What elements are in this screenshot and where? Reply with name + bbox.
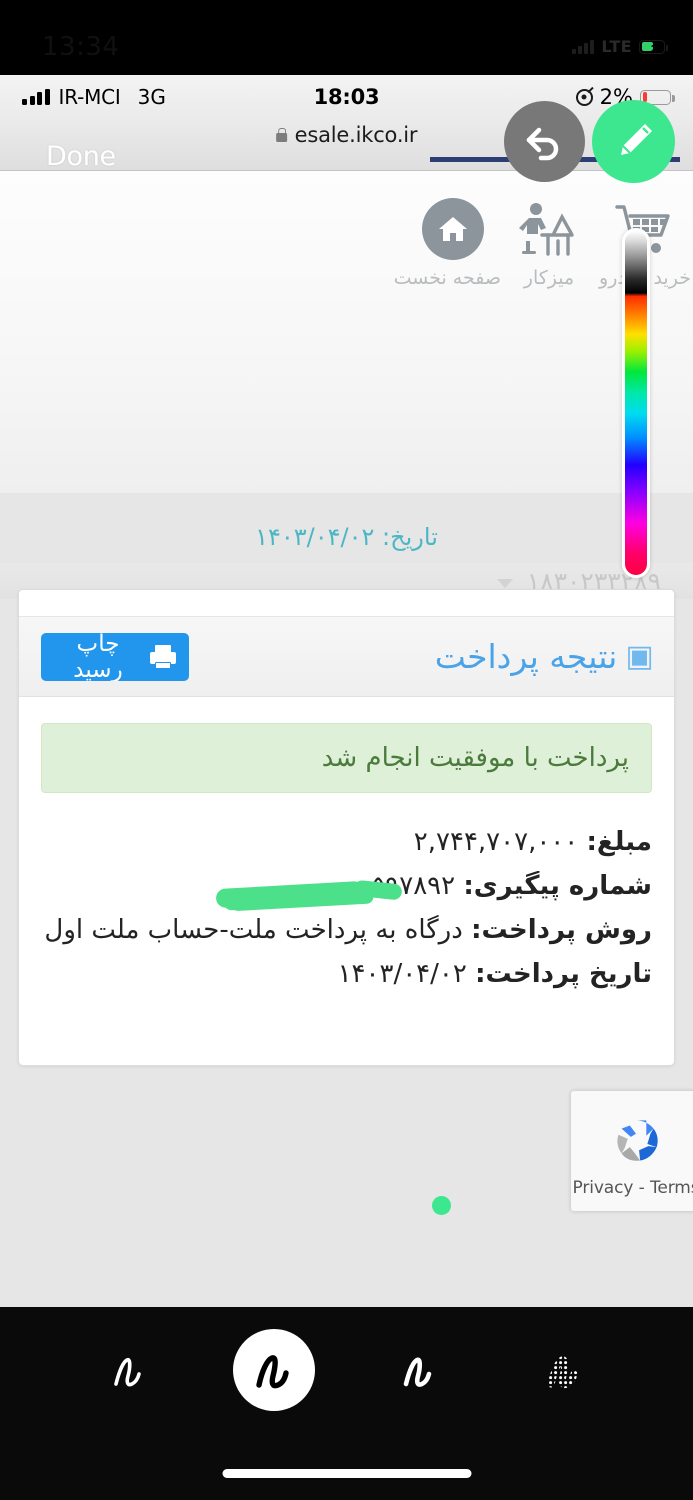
safari-sheet: IR-MCI 3G 18:03 2% esale.ikco.ir Done خر… <box>0 75 693 1307</box>
print-receipt-button[interactable]: چاپ رسید <box>41 632 189 681</box>
nav-label: صفحه نخست <box>393 267 501 289</box>
home-indicator <box>222 1469 471 1478</box>
site-nav: خرید خودرو <box>0 193 693 289</box>
recaptcha-logo-icon <box>617 1120 658 1161</box>
carrier-label: IR-MCI <box>58 85 121 109</box>
success-alert-text: پرداخت با موفقیت انجام شد <box>321 743 629 773</box>
device-clock: 13:34 <box>42 31 120 62</box>
web-page: خرید خودرو <box>0 171 693 1307</box>
nav-item-home[interactable]: صفحه نخست <box>393 193 501 289</box>
card-title-text: نتیجه پرداخت <box>434 637 618 676</box>
pencil-tool-icon <box>403 1357 432 1387</box>
page-date: تاریخ: ۱۴۰۳/۰۴/۰۲ <box>255 523 438 551</box>
payment-result-card: ▣ نتیجه پرداخت چاپ رسید پرداخت با موفقیت… <box>18 589 675 1066</box>
pen-tool[interactable] <box>88 1329 170 1411</box>
location-arrow-icon <box>575 88 593 106</box>
phone-screen: 13:34 LTE ⚡ IR-MCI 3G 18:03 2% esale.ikc… <box>0 0 693 1500</box>
detail-label: شماره پیگیری: <box>463 871 652 901</box>
marker-tool[interactable] <box>232 1329 315 1411</box>
done-button[interactable]: Done <box>46 141 116 172</box>
highlighter-tool[interactable] <box>523 1329 605 1411</box>
card-header: ▣ نتیجه پرداخت چاپ رسید <box>19 617 674 697</box>
recaptcha-text: Privacy - Terms <box>572 1178 693 1198</box>
desk-person-icon <box>501 193 597 265</box>
card-title: ▣ نتیجه پرداخت <box>435 637 654 676</box>
detail-row-method: روش پرداخت: درگاه به پرداخت ملت-حساب ملت… <box>41 915 652 945</box>
print-button-label: چاپ رسید <box>73 632 123 681</box>
detail-value: درگاه به پرداخت ملت-حساب ملت اول <box>44 915 463 945</box>
success-alert: پرداخت با موفقیت انجام شد <box>41 723 652 793</box>
device-status-bar: 13:34 LTE ⚡ <box>0 0 693 75</box>
detail-value: ۱۴۰۳/۰۴/۰۲ <box>337 959 467 989</box>
highlighter-tool-icon <box>547 1356 578 1389</box>
lock-icon <box>275 127 287 142</box>
signal-bars-icon <box>22 89 50 105</box>
safari-status-bar: IR-MCI 3G 18:03 2% <box>0 75 693 119</box>
status-left: IR-MCI 3G <box>22 85 166 109</box>
markup-toolbar <box>0 1307 693 1500</box>
safari-url-bar[interactable]: esale.ikco.ir Done <box>0 119 693 172</box>
battery-charging-icon: ⚡ <box>639 39 668 56</box>
detail-label: روش پرداخت: <box>471 915 652 945</box>
receipt-badge-icon: ▣ <box>625 639 654 674</box>
undo-button[interactable] <box>504 101 585 182</box>
color-spectrum-slider[interactable] <box>622 228 650 578</box>
network-type-label: 3G <box>137 85 166 109</box>
undo-arrow-icon <box>526 127 558 160</box>
detail-value: ۲,۷۴۴,۷۰۷,۰۰۰ <box>413 827 579 857</box>
device-status-right: LTE ⚡ <box>572 37 668 56</box>
signal-bars-icon <box>572 39 595 54</box>
markup-pencil-button[interactable] <box>592 100 675 183</box>
detail-label: مبلغ: <box>586 827 652 857</box>
tool-list <box>0 1307 693 1411</box>
marker-tool-icon <box>256 1355 289 1389</box>
network-label: LTE <box>601 37 632 56</box>
pencil-icon <box>620 123 652 155</box>
card-top-strip <box>19 590 674 617</box>
dot-mark <box>432 1196 451 1215</box>
status-clock: 18:03 <box>313 85 380 109</box>
home-icon <box>405 193 501 265</box>
url-display[interactable]: esale.ikco.ir <box>275 123 418 147</box>
detail-row-date: تاریخ پرداخت: ۱۴۰۳/۰۴/۰۲ <box>41 959 652 989</box>
nav-label: میزکار <box>523 267 575 289</box>
chevron-down-icon <box>496 578 513 588</box>
detail-row-amount: مبلغ: ۲,۷۴۴,۷۰۷,۰۰۰ <box>41 827 652 857</box>
url-text: esale.ikco.ir <box>294 123 418 147</box>
nav-item-dashboard[interactable]: میزکار <box>501 193 597 289</box>
recaptcha-badge[interactable]: Privacy - Terms <box>571 1091 693 1211</box>
pencil-tool[interactable] <box>378 1329 460 1411</box>
detail-label: تاریخ پرداخت: <box>475 959 652 989</box>
pen-tool-icon <box>113 1358 141 1387</box>
printer-icon <box>150 644 176 669</box>
